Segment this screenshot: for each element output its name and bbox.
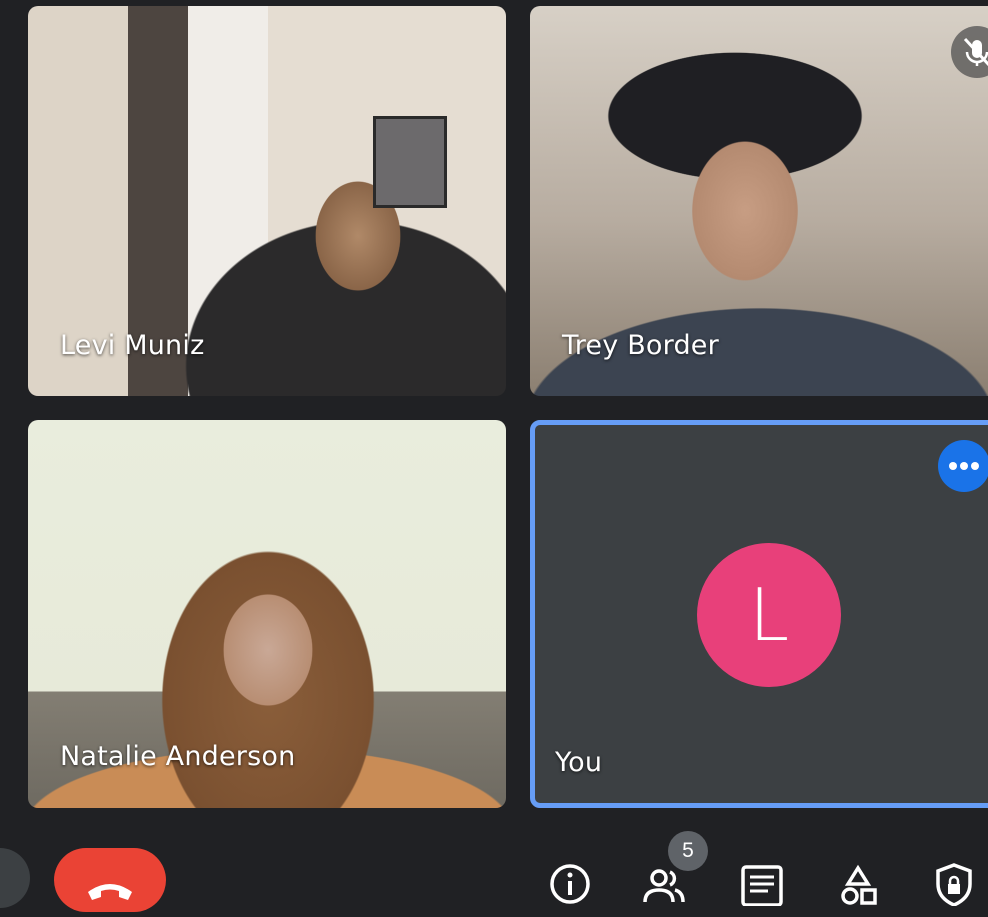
end-call-button[interactable] <box>54 848 166 912</box>
chat-button[interactable] <box>740 862 784 907</box>
activities-button[interactable] <box>836 862 880 906</box>
host-controls-button[interactable] <box>932 862 976 907</box>
hang-up-icon <box>88 884 132 900</box>
info-icon <box>550 864 590 904</box>
people-button[interactable] <box>642 862 686 906</box>
participant-tile-trey-border[interactable]: Trey Border <box>530 6 988 396</box>
shield-lock-icon <box>936 863 972 907</box>
more-dots-icon <box>949 462 979 470</box>
participant-tile-levi-muniz[interactable]: Levi Muniz <box>28 6 506 396</box>
mic-off-icon <box>951 26 988 78</box>
participant-name: Natalie Anderson <box>60 741 296 772</box>
wall-picture <box>373 116 447 208</box>
participant-name: You <box>555 747 603 778</box>
more-options-button[interactable] <box>938 440 988 492</box>
shapes-icon <box>841 864 877 905</box>
meeting-details-button[interactable] <box>548 862 592 906</box>
avatar: L <box>697 543 841 687</box>
participant-name: Levi Muniz <box>60 330 205 361</box>
people-icon <box>643 869 685 903</box>
chat-icon <box>741 865 783 907</box>
participant-tile-natalie-anderson[interactable]: Natalie Anderson <box>28 420 506 808</box>
participant-tile-self[interactable]: L You <box>530 420 988 808</box>
partial-control-button[interactable] <box>0 848 30 908</box>
participant-name: Trey Border <box>562 330 719 361</box>
